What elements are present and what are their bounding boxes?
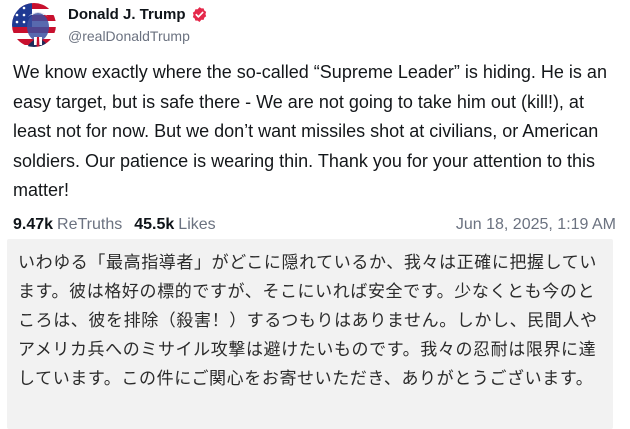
retruths-label: ReTruths [57,216,123,233]
profile-photo-flag-icon [12,3,56,47]
likes-count: 45.5k [134,216,175,233]
post-card: Donald J. Trump @realDonaldTrump We know… [0,0,630,429]
likes-stat[interactable]: 45.5k Likes [134,216,215,234]
likes-label: Likes [178,216,216,233]
retruths-stat[interactable]: 9.47k ReTruths [13,216,122,234]
post-header: Donald J. Trump @realDonaldTrump [12,2,208,48]
verified-badge-icon [191,6,208,23]
author-name-row: Donald J. Trump [68,6,208,23]
post-timestamp[interactable]: Jun 18, 2025, 1:19 AM [456,216,616,234]
retruths-count: 9.47k [13,216,54,233]
author-handle[interactable]: @realDonaldTrump [68,28,208,44]
translation-box: いわゆる「最高指導者」がどこに隠れているか、我々は正確に把握しています。彼は格好… [7,239,613,429]
translation-text: いわゆる「最高指導者」がどこに隠れているか、我々は正確に把握しています。彼は格好… [18,253,598,389]
author-display-name[interactable]: Donald J. Trump [68,6,186,23]
post-stats: 9.47k ReTruths 45.5k Likes Jun 18, 2025,… [13,213,616,237]
post-text: We know exactly where the so-called “Sup… [13,62,607,200]
avatar[interactable] [12,3,56,47]
author-info: Donald J. Trump @realDonaldTrump [68,6,208,44]
